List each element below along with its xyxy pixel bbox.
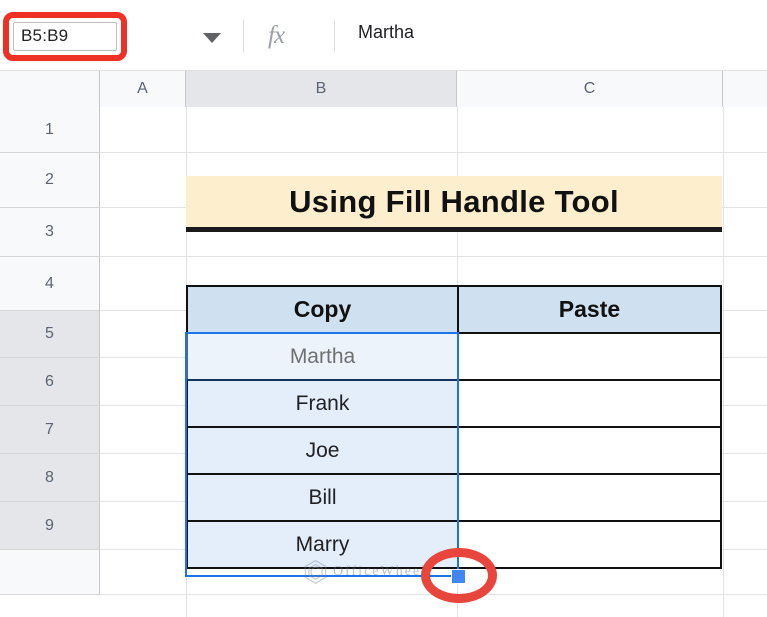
cell-paste-c5[interactable] [456, 332, 723, 381]
fill-handle[interactable] [451, 569, 466, 584]
column-header-b[interactable]: B [186, 71, 457, 107]
column-header-paste[interactable]: Paste [456, 285, 723, 334]
column-header-c[interactable]: C [457, 71, 723, 107]
table-row: Martha [186, 332, 723, 381]
column-header-row: A B C [0, 71, 767, 107]
fx-icon: fx [268, 22, 285, 49]
table-row: Marry [186, 520, 723, 569]
row-header-5[interactable]: 5 [0, 311, 100, 358]
cell-paste-c7[interactable] [456, 426, 723, 475]
cell-copy-b5[interactable]: Martha [186, 332, 459, 381]
cell-paste-c6[interactable] [456, 379, 723, 428]
chevron-down-icon[interactable] [203, 33, 221, 43]
column-header-a[interactable]: A [100, 71, 186, 107]
sheet-title-banner[interactable]: Using Fill Handle Tool [186, 176, 722, 232]
row-header-9[interactable]: 9 [0, 502, 100, 550]
row-header-3[interactable]: 3 [0, 208, 100, 257]
row-header-7[interactable]: 7 [0, 406, 100, 454]
cell-paste-c8[interactable] [456, 473, 723, 522]
data-table: Copy Paste Martha Frank Joe Bill Marry [186, 285, 723, 569]
spreadsheet-app: B5:B9 fx Martha A B C 1 2 3 4 5 6 7 8 9 [0, 0, 767, 617]
formula-bar-divider-right [334, 20, 335, 52]
row-header-8[interactable]: 8 [0, 454, 100, 502]
table-row: Frank [186, 379, 723, 428]
cell-copy-b7[interactable]: Joe [186, 426, 459, 475]
table-header-row: Copy Paste [186, 285, 723, 334]
grid-row-1 [100, 107, 767, 153]
row-header-2[interactable]: 2 [0, 153, 100, 208]
formula-bar: B5:B9 fx Martha [0, 0, 767, 71]
page-title: Using Fill Handle Tool [289, 183, 619, 219]
column-header-copy[interactable]: Copy [186, 285, 459, 334]
cell-copy-b8[interactable]: Bill [186, 473, 459, 522]
cell-copy-b9[interactable]: Marry [186, 520, 459, 569]
table-row: Joe [186, 426, 723, 475]
name-box[interactable]: B5:B9 [13, 21, 117, 51]
row-header-column: 1 2 3 4 5 6 7 8 9 [0, 107, 100, 595]
column-header-d[interactable] [723, 71, 767, 107]
formula-bar-divider-left [243, 20, 244, 52]
select-all-corner[interactable] [0, 71, 100, 107]
name-box-container: B5:B9 [0, 0, 170, 71]
row-header-6[interactable]: 6 [0, 358, 100, 406]
cell-paste-c9[interactable] [456, 520, 723, 569]
table-row: Bill [186, 473, 723, 522]
formula-input[interactable]: Martha [358, 22, 414, 43]
cell-copy-b6[interactable]: Frank [186, 379, 459, 428]
row-header-10[interactable] [0, 550, 100, 595]
row-header-4[interactable]: 4 [0, 257, 100, 311]
row-header-1[interactable]: 1 [0, 107, 100, 153]
